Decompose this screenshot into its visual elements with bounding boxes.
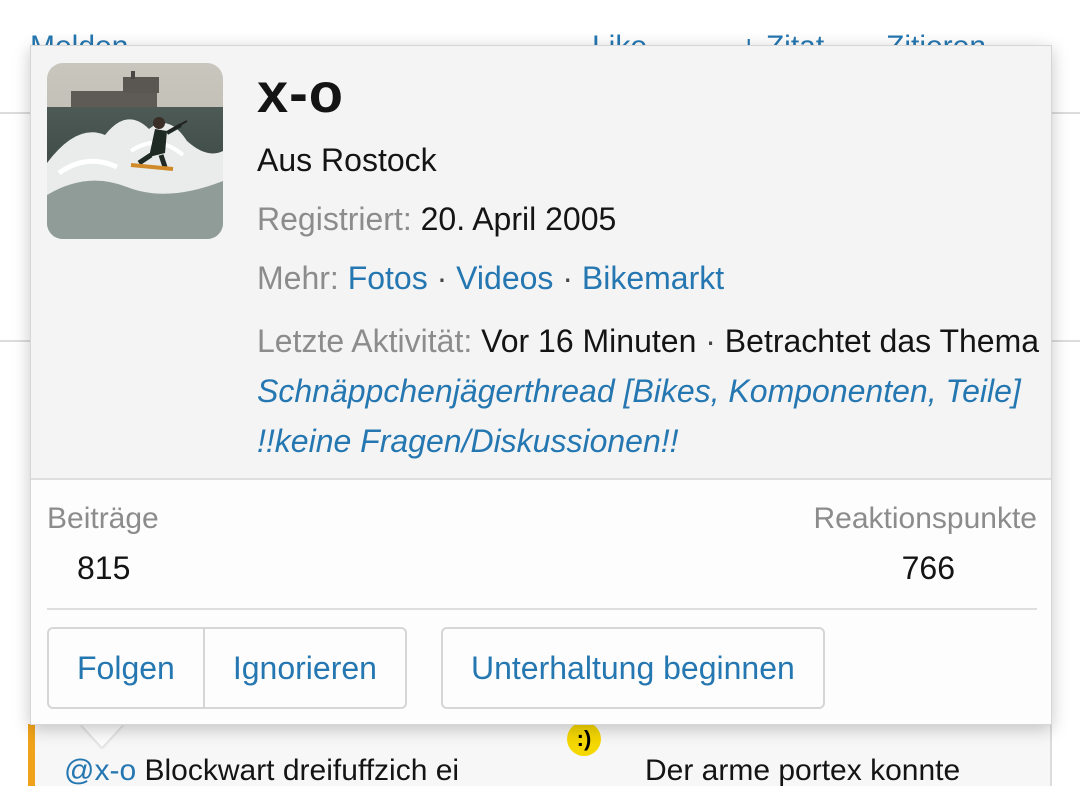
reactions-label: Reaktionspunkte [813,502,1037,535]
user-mention-link[interactable]: @x-o [64,754,136,786]
ignore-button[interactable]: Ignorieren [202,629,405,707]
popup-arrow [80,723,124,747]
thread-link[interactable]: Schnäppchenjägerthread [Bikes, Komponent… [257,373,1021,459]
emoji-icon: :) [567,722,601,756]
more-label: Mehr: [257,260,339,296]
reactions-value[interactable]: 766 [902,550,955,587]
post-text: Blockwart dreifuffzich ei [144,754,460,786]
activity-action: Betrachtet das Thema [724,323,1040,359]
follow-button[interactable]: Folgen [49,629,203,707]
post-text-right: Der arme portex konnte [645,754,961,786]
follow-ignore-group: Folgen Ignorieren [47,627,407,709]
member-stats: Beiträge 815 Reaktionspunkte 766 [47,502,1037,610]
member-tooltip-header: x-o Aus Rostock Registriert: 20. April 2… [31,46,1051,480]
photos-link[interactable]: Fotos [348,260,428,296]
separator: · [562,260,573,296]
posts-value[interactable]: 815 [77,550,130,587]
quoted-post: @x-o Blockwart dreifuffzich ei Der arme … [28,724,1052,786]
activity-time: Vor 16 Minuten [481,323,697,359]
post-text-left: @x-o Blockwart dreifuffzich ei [64,754,459,786]
avatar[interactable] [47,63,223,239]
activity-label: Letzte Aktivität: [257,323,473,359]
posts-label: Beiträge [47,502,159,535]
separator: · [436,260,448,296]
member-tooltip-card: x-o Aus Rostock Registriert: 20. April 2… [30,45,1052,725]
registered-row: Registriert: 20. April 2005 [257,201,616,238]
registered-label: Registriert: [257,201,412,237]
start-conversation-label: Unterhaltung beginnen [471,650,795,686]
last-activity: Letzte Aktivität: Vor 16 Minuten · Betra… [257,316,1047,466]
videos-link[interactable]: Videos [456,260,553,296]
user-location: Aus Rostock [257,142,437,178]
separator: · [705,323,716,359]
start-conversation-button[interactable]: Unterhaltung beginnen [441,627,825,709]
more-row: Mehr: Fotos · Videos · Bikemarkt [257,260,724,297]
username[interactable]: x-o [257,60,344,125]
bikemarkt-link[interactable]: Bikemarkt [582,260,724,296]
registered-date: 20. April 2005 [420,201,617,237]
